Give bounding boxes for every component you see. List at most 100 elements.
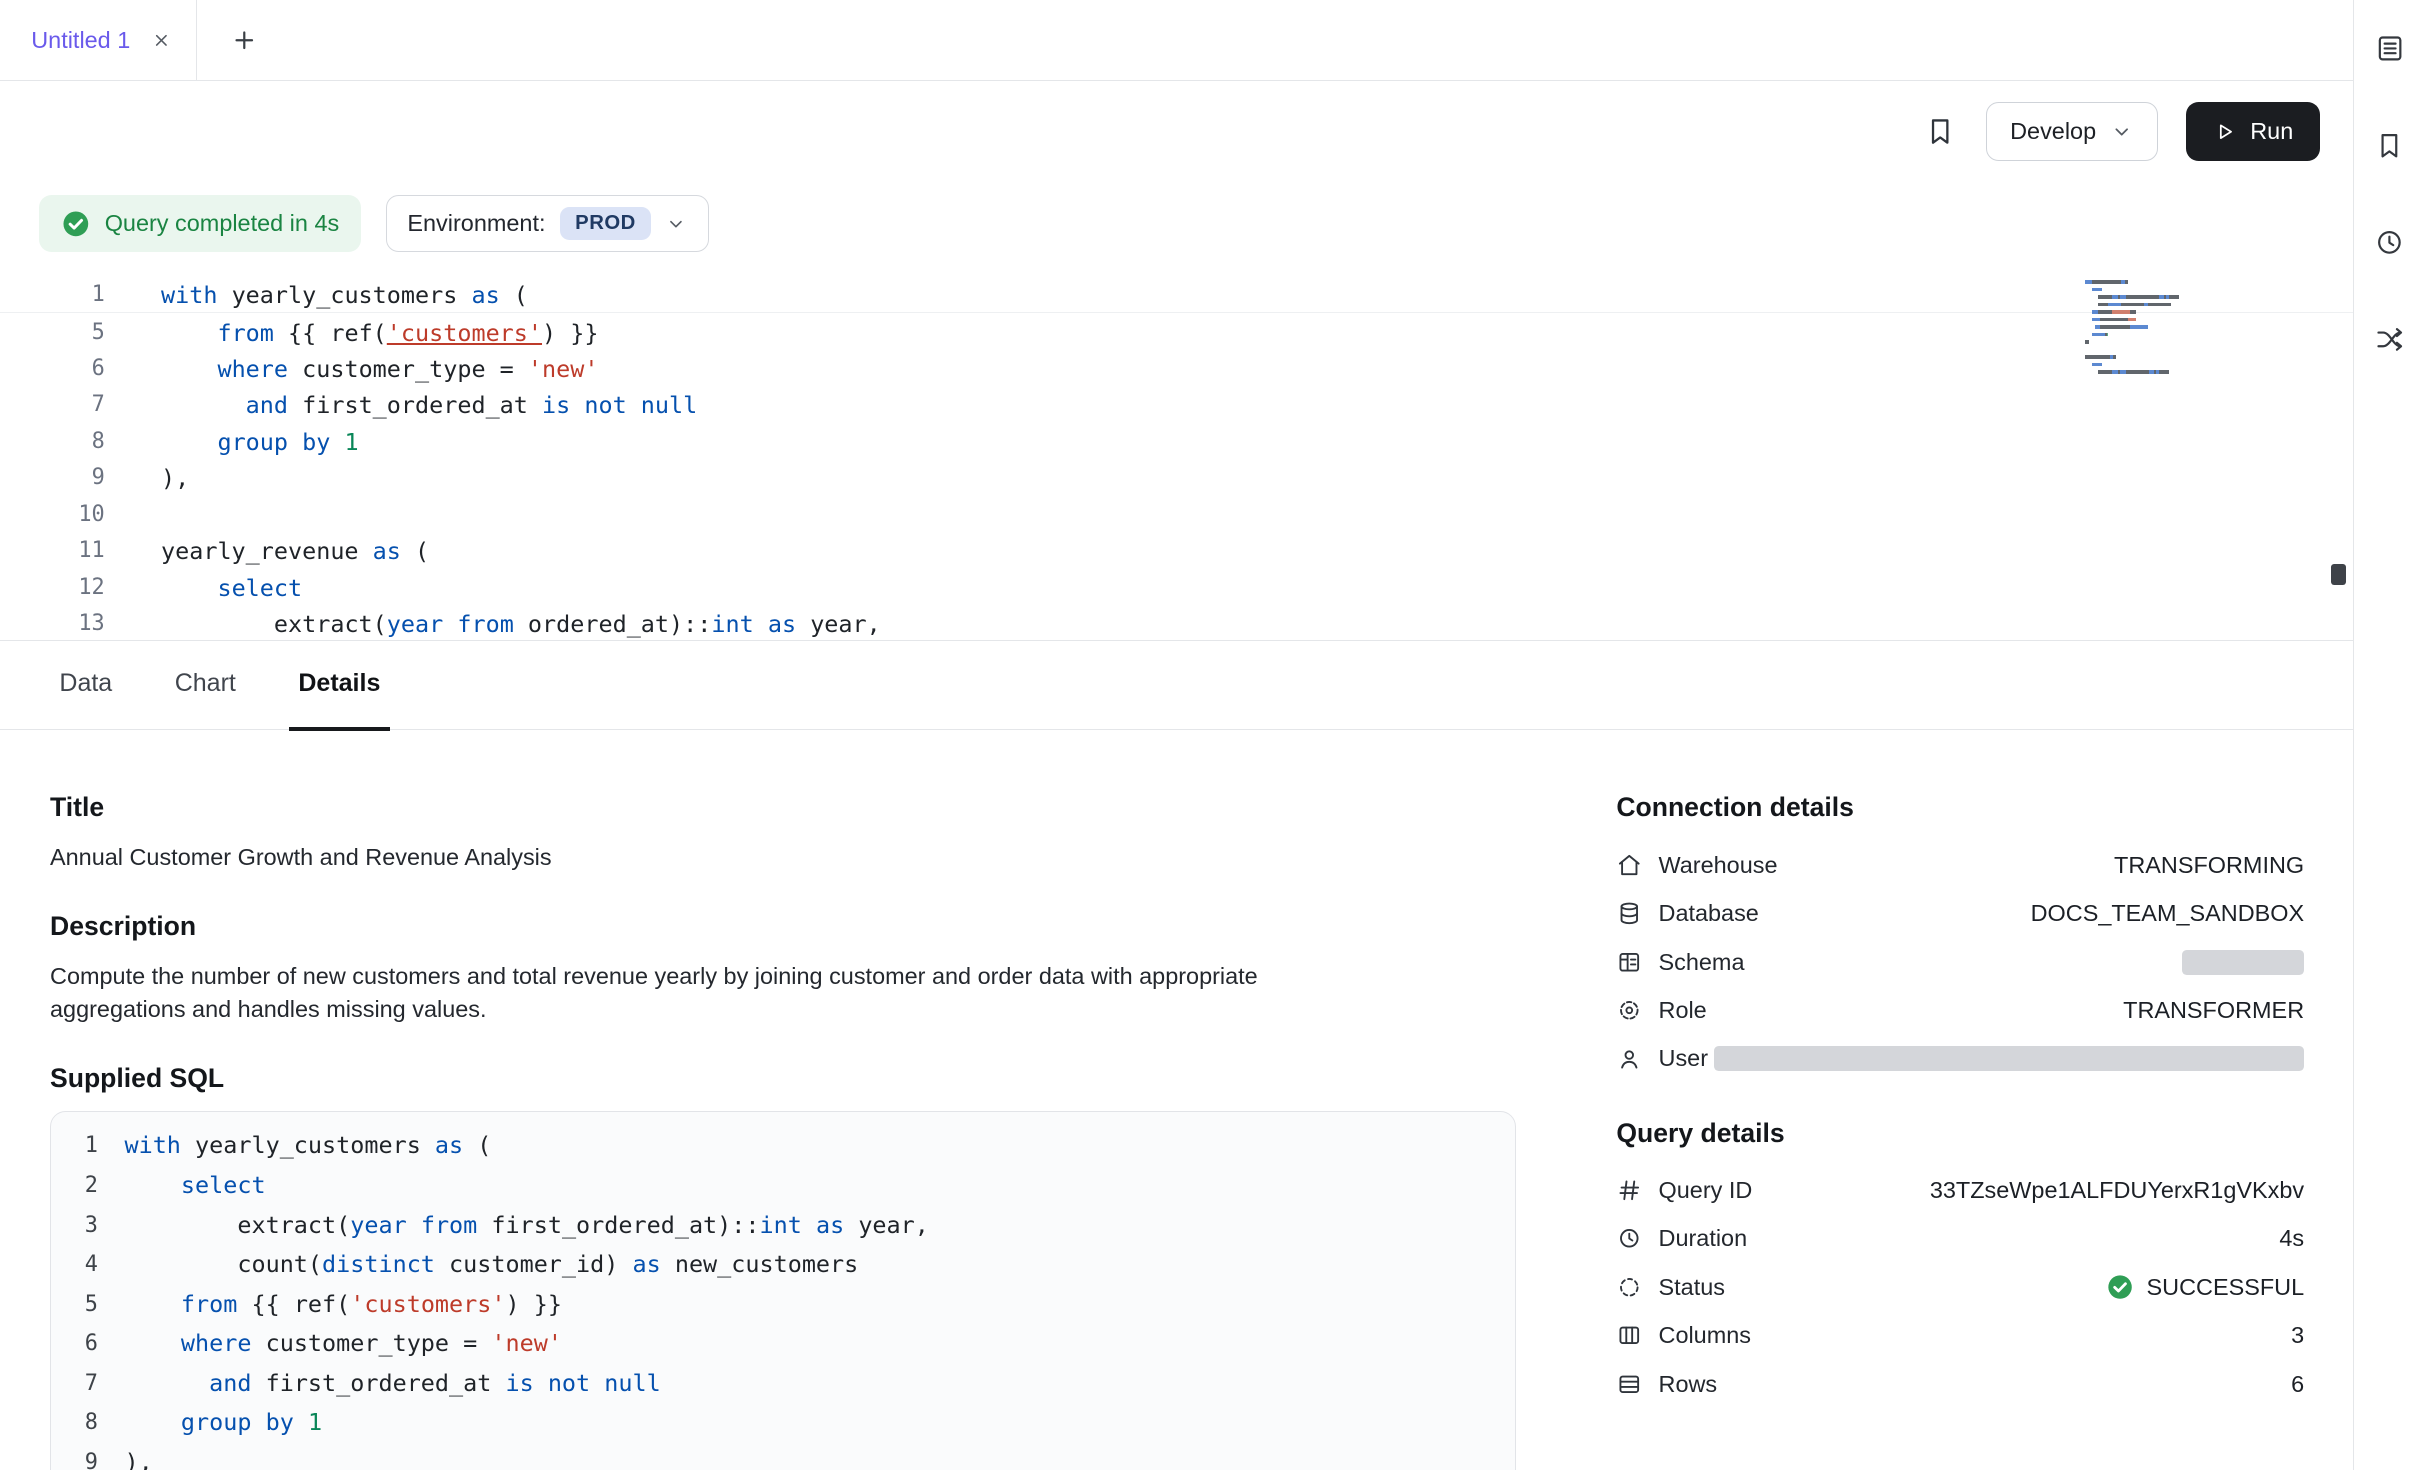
code-text: from {{ ref('customers') }} xyxy=(124,1285,561,1325)
detail-row-duration: Duration 4s xyxy=(1616,1214,2304,1262)
description-heading: Description xyxy=(50,911,1516,942)
new-tab-button[interactable] xyxy=(231,27,258,54)
code-line[interactable]: 3 extract(year from first_ordered_at)::i… xyxy=(51,1206,1515,1246)
tab-data[interactable]: Data xyxy=(50,641,122,731)
tab-label: Untitled 1 xyxy=(31,27,130,54)
query-status-text: Query completed in 4s xyxy=(105,210,340,237)
code-line[interactable]: 6 where customer_type = 'new' xyxy=(51,1324,1515,1364)
code-line[interactable]: 13 extract(year from ordered_at)::int as… xyxy=(0,606,2353,641)
detail-label: Warehouse xyxy=(1659,852,1778,879)
code-line[interactable]: 1with yearly_customers as ( xyxy=(0,277,2353,313)
line-number: 2 xyxy=(51,1166,98,1206)
hash-icon xyxy=(1616,1177,1643,1204)
title-heading: Title xyxy=(50,792,1516,823)
code-text: select xyxy=(161,570,302,606)
detail-label: Rows xyxy=(1659,1371,1718,1398)
main-area: Untitled 1 Develop xyxy=(0,0,2353,1470)
detail-label: Status xyxy=(1659,1274,1725,1301)
code-line[interactable]: 2 select xyxy=(51,1166,1515,1206)
detail-value-text: 3 xyxy=(2291,1322,2304,1349)
history-icon[interactable] xyxy=(2363,216,2416,269)
line-number: 3 xyxy=(51,1206,98,1246)
code-text: yearly_revenue as ( xyxy=(161,533,429,569)
detail-row-columns: Columns 3 xyxy=(1616,1311,2304,1359)
status-bar: Query completed in 4s Environment: PROD xyxy=(0,181,2353,265)
close-tab-icon[interactable] xyxy=(152,31,171,50)
role-icon xyxy=(1616,997,1643,1024)
line-number: 5 xyxy=(51,1285,98,1325)
supplied-sql-block: 1with yearly_customers as (2 select3 ext… xyxy=(50,1111,1516,1470)
detail-row-warehouse: Warehouse TRANSFORMING xyxy=(1616,841,2304,889)
detail-row-rows: Rows 6 xyxy=(1616,1360,2304,1408)
environment-selector[interactable]: Environment: PROD xyxy=(386,195,709,251)
chevron-down-icon xyxy=(665,213,687,235)
tab-details[interactable]: Details xyxy=(289,641,390,731)
app-frame: Untitled 1 Develop xyxy=(0,0,2426,1470)
detail-label: Duration xyxy=(1659,1225,1748,1252)
detail-value: TRANSFORMING xyxy=(2114,852,2304,879)
line-number: 13 xyxy=(0,606,105,641)
editor-scrollbar[interactable] xyxy=(2331,564,2347,584)
code-text: count(distinct customer_id) as new_custo… xyxy=(124,1245,858,1285)
detail-value: 6 xyxy=(2291,1371,2304,1398)
query-status: Query completed in 4s xyxy=(39,195,361,251)
detail-value-text: 6 xyxy=(2291,1371,2304,1398)
line-number: 6 xyxy=(51,1324,98,1364)
query-list-icon[interactable] xyxy=(2363,22,2416,75)
tab-chart[interactable]: Chart xyxy=(165,641,245,731)
line-number: 11 xyxy=(0,533,105,569)
line-number: 7 xyxy=(0,387,105,423)
develop-dropdown[interactable]: Develop xyxy=(1986,102,2158,161)
clock-icon xyxy=(1616,1225,1643,1252)
line-number: 1 xyxy=(0,277,105,312)
detail-value-text: TRANSFORMER xyxy=(2123,997,2304,1024)
code-line[interactable]: 8 group by 1 xyxy=(51,1403,1515,1443)
code-line[interactable]: 11 yearly_revenue as ( xyxy=(0,533,2353,569)
code-line[interactable]: 10 xyxy=(0,497,2353,533)
code-line[interactable]: 4 count(distinct customer_id) as new_cus… xyxy=(51,1245,1515,1285)
tab-untitled-1[interactable]: Untitled 1 xyxy=(0,0,197,80)
code-text: from {{ ref('customers') }} xyxy=(161,315,598,351)
code-line[interactable]: 1with yearly_customers as ( xyxy=(51,1126,1515,1166)
code-line[interactable]: 7 and first_ordered_at is not null xyxy=(0,387,2353,423)
code-line[interactable]: 9), xyxy=(51,1443,1515,1470)
code-text: group by 1 xyxy=(161,424,359,460)
code-line[interactable]: 6 where customer_type = 'new' xyxy=(0,351,2353,387)
code-line[interactable]: 7 and first_ordered_at is not null xyxy=(51,1364,1515,1404)
detail-value: 4s xyxy=(2279,1225,2304,1252)
connection-details-list: WarehouseTRANSFORMINGDatabaseDOCS_TEAM_S… xyxy=(1616,841,2304,1083)
code-line[interactable]: 12 select xyxy=(0,570,2353,606)
chevron-down-icon xyxy=(2110,120,2133,143)
detail-value: TRANSFORMER xyxy=(2123,997,2304,1024)
run-button[interactable]: Run xyxy=(2186,102,2320,161)
line-number: 7 xyxy=(51,1364,98,1404)
detail-label: Schema xyxy=(1659,949,1745,976)
detail-row-role: RoleTRANSFORMER xyxy=(1616,986,2304,1034)
code-line[interactable]: 8 group by 1 xyxy=(0,424,2353,460)
description-value: Compute the number of new customers and … xyxy=(50,960,1397,1026)
develop-label: Develop xyxy=(2010,118,2096,145)
bookmark-icon[interactable] xyxy=(2363,119,2416,172)
results-tab-bar: Data Chart Details xyxy=(0,641,2353,730)
code-line[interactable]: 5 from {{ ref('customers') }} xyxy=(0,315,2353,351)
details-right-column: Connection details WarehouseTRANSFORMING… xyxy=(1616,792,2304,1470)
redacted-value xyxy=(2182,950,2304,975)
code-text: extract(year from first_ordered_at)::int… xyxy=(124,1206,928,1246)
line-number: 9 xyxy=(51,1443,98,1470)
query-details-heading: Query details xyxy=(1616,1118,2304,1149)
detail-label: Columns xyxy=(1659,1322,1751,1349)
sql-editor[interactable]: 1with yearly_customers as (5 from {{ ref… xyxy=(0,266,2353,641)
code-text: with yearly_customers as ( xyxy=(124,1126,491,1166)
bookmark-button[interactable] xyxy=(1923,114,1957,148)
database-icon xyxy=(1616,900,1643,927)
detail-label: User xyxy=(1659,1045,1708,1072)
detail-value: 33TZseWpe1ALFDUYerxR1gVKxbv xyxy=(1930,1177,2304,1204)
title-value: Annual Customer Growth and Revenue Analy… xyxy=(50,841,1516,874)
code-line[interactable]: 5 from {{ ref('customers') }} xyxy=(51,1285,1515,1325)
editor-minimap[interactable] xyxy=(2085,278,2207,376)
detail-value: 3 xyxy=(2291,1322,2304,1349)
detail-value-text: DOCS_TEAM_SANDBOX xyxy=(2031,900,2305,927)
lineage-icon[interactable] xyxy=(2363,313,2416,366)
line-number: 8 xyxy=(51,1403,98,1443)
code-line[interactable]: 9), xyxy=(0,460,2353,496)
